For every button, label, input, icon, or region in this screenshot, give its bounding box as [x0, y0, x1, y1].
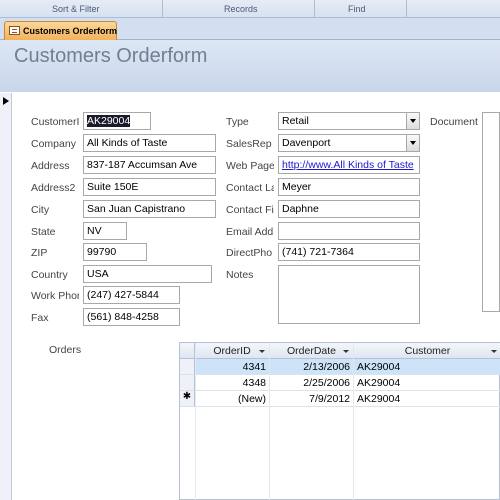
contact-last-label: Contact La	[226, 182, 274, 194]
direct-phone-field[interactable]: (741) 721-7364	[278, 243, 420, 261]
row-selector[interactable]	[180, 359, 195, 375]
form-title: Customers Orderform	[14, 45, 208, 67]
state-label: State	[31, 226, 56, 238]
customer-id-label: CustomerI	[31, 116, 79, 128]
ribbon-group-records: Records	[224, 4, 258, 14]
cell-orderid[interactable]: 4341	[195, 359, 270, 375]
fax-field[interactable]: (561) 848-4258	[83, 308, 180, 326]
zip-field[interactable]: 99790	[83, 243, 147, 261]
column-header-orderdate-label: OrderDate	[286, 345, 337, 357]
customer-id-value: AK29004	[87, 115, 131, 127]
company-label: Company	[31, 138, 76, 150]
sort-filter-dropdown-icon[interactable]	[491, 350, 497, 353]
web-page-link[interactable]: http://www.All Kinds of Taste	[278, 156, 420, 174]
chevron-down-icon[interactable]	[406, 113, 419, 129]
country-field[interactable]: USA	[83, 265, 212, 283]
company-field[interactable]: All Kinds of Taste	[83, 134, 216, 152]
salesrep-value: Davenport	[282, 137, 331, 149]
ribbon-separator	[314, 0, 315, 17]
direct-phone-label: DirectPho	[226, 247, 273, 259]
ribbon-separator	[406, 0, 407, 17]
zip-label: ZIP	[31, 247, 48, 259]
form-header: Customers Orderform	[0, 40, 500, 92]
address-label: Address	[31, 160, 70, 172]
sort-filter-dropdown-icon[interactable]	[343, 350, 349, 353]
cell-customer[interactable]: AK29004	[354, 391, 500, 407]
type-label: Type	[226, 116, 249, 128]
cell-orderdate[interactable]: 2/25/2006	[270, 375, 354, 391]
column-header-customer[interactable]: Customer	[354, 343, 500, 359]
orders-label: Orders	[49, 344, 82, 356]
email-label: Email Add	[226, 226, 274, 238]
work-phone-field[interactable]: (247) 427-5844	[83, 286, 180, 304]
grid-line	[353, 343, 354, 500]
tab-label: Customers Orderform	[23, 26, 118, 36]
select-all-corner[interactable]	[180, 343, 195, 359]
column-header-customer-label: Customer	[404, 345, 451, 357]
grid-line	[269, 343, 270, 500]
document-label: Document	[430, 116, 478, 128]
type-combo[interactable]: Retail	[278, 112, 420, 130]
column-header-orderdate[interactable]: OrderDate	[270, 343, 354, 359]
customer-id-field[interactable]: AK29004	[83, 112, 151, 130]
ribbon-group-sort-filter: Sort & Filter	[52, 4, 100, 14]
form-icon	[9, 26, 20, 35]
cell-customer[interactable]: AK29004	[354, 375, 500, 391]
column-header-orderid-label: OrderID	[213, 345, 251, 357]
record-selector[interactable]	[0, 93, 12, 500]
notes-field[interactable]	[278, 265, 420, 324]
notes-label: Notes	[226, 269, 254, 281]
address2-label: Address2	[31, 182, 76, 194]
state-field[interactable]: NV	[83, 222, 127, 240]
fax-label: Fax	[31, 312, 49, 324]
ribbon-separator	[162, 0, 163, 17]
column-header-orderid[interactable]: OrderID	[195, 343, 270, 359]
contact-last-field[interactable]: Meyer	[278, 178, 420, 196]
ribbon-group-bar: Sort & Filter Records Find	[0, 0, 500, 18]
contact-first-field[interactable]: Daphne	[278, 200, 420, 218]
orders-subform[interactable]: OrderID OrderDate Customer 4341 2/13/200…	[179, 342, 500, 500]
current-record-arrow-icon	[3, 97, 9, 105]
salesrep-label: SalesRep	[226, 138, 272, 150]
sort-filter-dropdown-icon[interactable]	[259, 350, 265, 353]
contact-first-label: Contact Fi	[226, 204, 274, 216]
chevron-down-icon[interactable]	[406, 135, 419, 151]
ribbon-group-find: Find	[348, 4, 366, 14]
document-tab-bar: Customers Orderform	[0, 18, 500, 40]
new-record-icon[interactable]: ✱	[180, 391, 195, 407]
city-field[interactable]: San Juan Capistrano	[83, 200, 216, 218]
cell-orderdate[interactable]: 7/9/2012	[270, 391, 354, 407]
grid-line	[195, 343, 196, 500]
email-field[interactable]	[278, 222, 420, 240]
row-selector[interactable]	[180, 375, 195, 391]
tab-customers-orderform[interactable]: Customers Orderform	[4, 21, 117, 40]
salesrep-combo[interactable]: Davenport	[278, 134, 420, 152]
country-label: Country	[31, 269, 68, 281]
cell-orderdate[interactable]: 2/13/2006	[270, 359, 354, 375]
web-page-label: Web Page	[226, 160, 274, 172]
address-field[interactable]: 837-187 Accumsan Ave	[83, 156, 216, 174]
work-phone-label: Work Phor	[31, 290, 79, 302]
cell-orderid[interactable]: 4348	[195, 375, 270, 391]
address2-field[interactable]: Suite 150E	[83, 178, 216, 196]
cell-customer[interactable]: AK29004	[354, 359, 500, 375]
document-attachment-field[interactable]	[482, 112, 500, 312]
city-label: City	[31, 204, 50, 216]
type-value: Retail	[282, 115, 309, 127]
cell-orderid[interactable]: (New)	[195, 391, 270, 407]
